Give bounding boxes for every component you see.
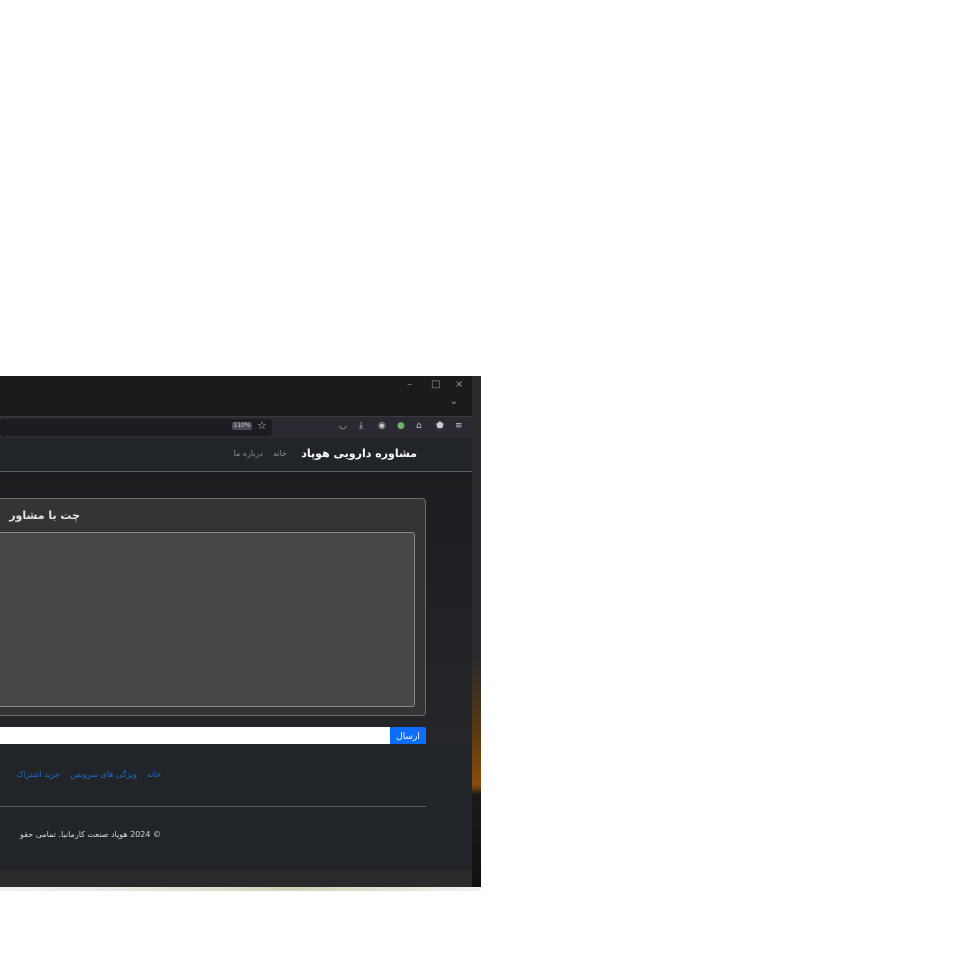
chat-card-title: چت با مشاور [9, 509, 80, 522]
pocket-icon[interactable]: ◡ [339, 421, 347, 432]
download-icon[interactable]: ⤓ [359, 421, 363, 432]
browser-toolbar: 110% ☆ ◡ ⤓ ◉ ● ⌂ ⬟ ≡ [0, 416, 472, 439]
site-footer: خانه ویژگی های سرویس خرید اشتراک © 2024 … [0, 744, 472, 870]
title-bar: – □ × ⌄ [0, 376, 472, 416]
account-icon[interactable]: ◉ [378, 421, 386, 432]
nav-link-about[interactable]: درباره ما [234, 449, 263, 458]
zoom-level[interactable]: 110% [232, 422, 252, 430]
footer-divider [0, 806, 426, 807]
footer-link-home[interactable]: خانه [147, 770, 161, 779]
menu-icon[interactable]: ≡ [455, 421, 463, 432]
minimize-button[interactable]: – [407, 378, 412, 392]
message-input[interactable] [0, 727, 390, 744]
site-navbar: مشاوره دارویی هوپاد خانه درباره ما [0, 438, 472, 472]
star-icon[interactable]: ☆ [257, 420, 267, 432]
extension-leaf-icon[interactable]: ● [397, 421, 405, 432]
chevron-down-icon[interactable]: ⌄ [450, 396, 458, 407]
extension-house-icon[interactable]: ⌂ [416, 421, 422, 432]
horizontal-scrollbar[interactable] [0, 870, 472, 887]
copyright-text: © 2024 هوپاد صنعت کارمانیا. تمامی حقو [20, 830, 161, 839]
maximize-button[interactable]: □ [431, 378, 440, 392]
desktop-edge [0, 887, 481, 891]
footer-link-subscribe[interactable]: خرید اشتراک [17, 770, 60, 779]
footer-link-features[interactable]: ویژگی های سرویس [71, 770, 137, 779]
shield-icon[interactable]: ⬟ [436, 421, 444, 432]
close-button[interactable]: × [455, 378, 463, 392]
chat-card: چت با مشاور [0, 498, 426, 716]
site-brand[interactable]: مشاوره دارویی هوپاد [301, 447, 417, 460]
window-edge [472, 376, 481, 887]
nav-link-home[interactable]: خانه [273, 449, 287, 458]
browser-window: – □ × ⌄ 110% ☆ ◡ ⤓ ◉ ● ⌂ ⬟ ≡ مشاوره دارو… [0, 376, 481, 887]
chat-messages-area[interactable] [0, 532, 415, 707]
